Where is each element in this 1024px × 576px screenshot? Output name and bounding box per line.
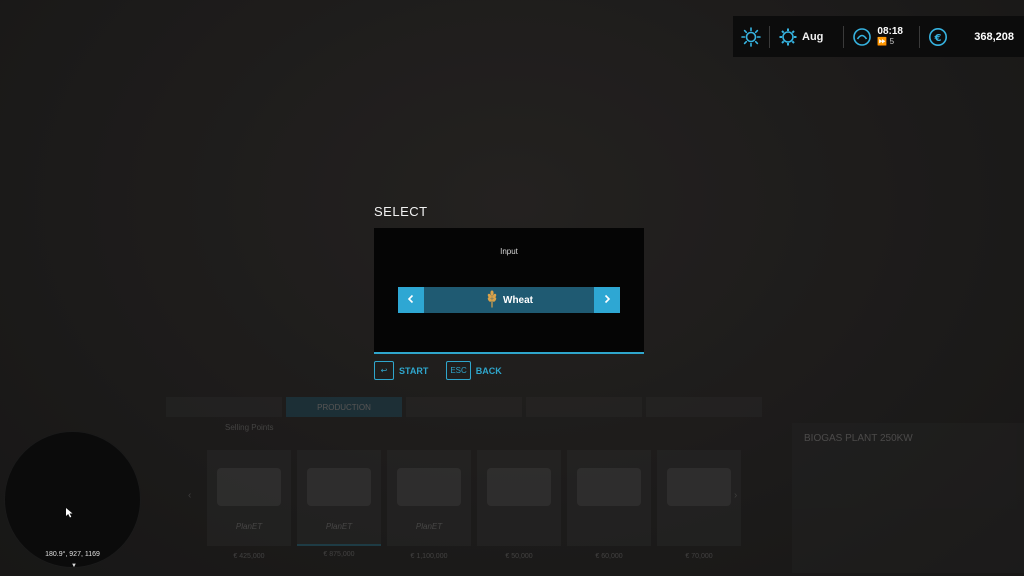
hud-divider [843, 25, 845, 48]
north-marker-icon: ▼ [71, 563, 77, 569]
wheat-icon [485, 289, 503, 311]
selected-option-label: Wheat [503, 294, 533, 306]
dialog-input-label: Input [500, 247, 518, 256]
euro-icon: € [928, 27, 948, 47]
player-cursor-icon [66, 505, 74, 523]
previous-option-button[interactable] [398, 287, 424, 313]
svg-text:€: € [933, 33, 941, 44]
hud-divider [769, 25, 770, 48]
chevron-right-icon [602, 291, 612, 309]
hud-money: 368,208 [974, 30, 1014, 43]
selected-option: Wheat [424, 287, 594, 313]
enter-key-icon: ↩ [374, 361, 394, 380]
hud-divider [918, 25, 920, 48]
top-hud: Aug 08:18 ⏩ 5 € 368,208 [733, 16, 1024, 57]
dialog-actions: ↩ START ESC BACK [374, 361, 520, 380]
fast-forward-icon: ⏩ [877, 36, 888, 46]
minimap[interactable]: 180.9°, 927, 1169 ▼ [4, 431, 141, 569]
hud-month: Aug [802, 30, 824, 43]
player-coordinates: 180.9°, 927, 1169 [45, 551, 100, 558]
hud-time-scale-value: 5 [889, 36, 895, 46]
hud-time: 08:18 ⏩ 5 [877, 25, 903, 47]
start-label: START [399, 365, 429, 376]
select-dialog: Input Wheat [374, 228, 644, 354]
next-option-button[interactable] [594, 287, 620, 313]
sun-icon [741, 26, 761, 47]
hud-time-scale: ⏩ 5 [877, 37, 903, 47]
back-label: BACK [475, 365, 502, 376]
start-button[interactable]: ↩ START [374, 361, 428, 380]
esc-key-icon: ESC [446, 361, 471, 380]
chevron-left-icon [406, 291, 416, 309]
dialog-title: SELECT [374, 204, 428, 219]
back-button[interactable]: ESC BACK [446, 361, 502, 380]
input-selector[interactable]: Wheat [398, 287, 620, 313]
sun-gear-icon [778, 27, 798, 47]
speed-gauge-icon [852, 27, 872, 47]
hud-clock: 08:18 [877, 25, 903, 37]
